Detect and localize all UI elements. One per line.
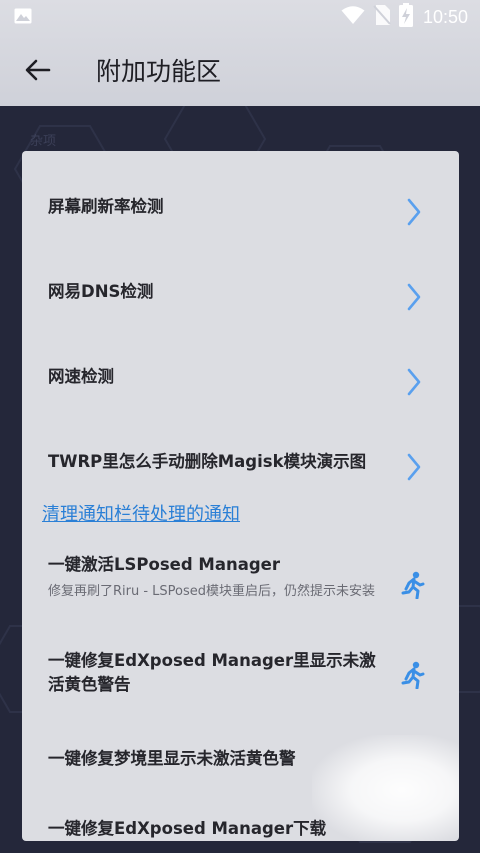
chevron-right-icon: [407, 283, 421, 311]
wifi-icon: [341, 5, 365, 29]
arrow-left-icon: [25, 59, 51, 80]
menu-item-refresh-rate[interactable]: 屏幕刷新率检测: [22, 171, 459, 243]
no-sim-icon: [373, 4, 391, 30]
clear-notifications-link[interactable]: 清理通知栏待处理的通知: [42, 500, 240, 526]
menu-item-label: 屏幕刷新率检测: [48, 197, 164, 216]
app-bar: 附加功能区: [0, 33, 480, 106]
menu-item-twrp-magisk-demo[interactable]: TWRP里怎么手动删除Magisk模块演示图: [22, 429, 459, 501]
action-fix-edxposed-download[interactable]: 一键修复EdXposed Manager下载: [22, 815, 459, 841]
action-fix-dreamland-warning[interactable]: 一键修复梦境里显示未激活黄色警: [22, 745, 459, 785]
action-fix-edxposed-warning[interactable]: 一键修复EdXposed Manager里显示未激活黄色警告: [22, 647, 459, 717]
chevron-right-icon: [407, 453, 421, 481]
back-button[interactable]: [18, 50, 58, 90]
run-icon: [401, 571, 425, 599]
menu-item-speed-test[interactable]: 网速检测: [22, 343, 459, 415]
chevron-right-icon: [407, 198, 421, 226]
menu-item-label: 网速检测: [48, 367, 114, 386]
image-icon: [14, 8, 32, 24]
action-title: 一键修复梦境里显示未激活黄色警: [48, 749, 296, 768]
page-title: 附加功能区: [96, 56, 222, 86]
status-bar: 10:50: [0, 0, 480, 33]
menu-item-label: TWRP里怎么手动删除Magisk模块演示图: [48, 452, 367, 471]
clock: 10:50: [422, 6, 468, 27]
action-activate-lsposed[interactable]: 一键激活LSPosed Manager 修复再刷了Riru - LSPosed模…: [22, 547, 459, 627]
menu-item-label: 网易DNS检测: [48, 282, 154, 301]
action-description: 修复再刷了Riru - LSPosed模块重启后，仍然提示未安装: [48, 584, 376, 599]
run-icon: [401, 661, 425, 689]
action-title: 一键激活LSPosed Manager: [48, 555, 280, 574]
battery-charging-icon: [398, 3, 413, 31]
settings-card: 屏幕刷新率检测 网易DNS检测 网速检测 TWRP里怎么手动删除Magisk模块…: [22, 151, 459, 841]
menu-item-dns-check[interactable]: 网易DNS检测: [22, 257, 459, 329]
action-title: 一键修复EdXposed Manager下载: [48, 819, 327, 838]
action-title: 一键修复EdXposed Manager里显示未激活黄色警告: [48, 651, 376, 694]
chevron-right-icon: [407, 368, 421, 396]
section-label: 杂项: [30, 134, 57, 149]
